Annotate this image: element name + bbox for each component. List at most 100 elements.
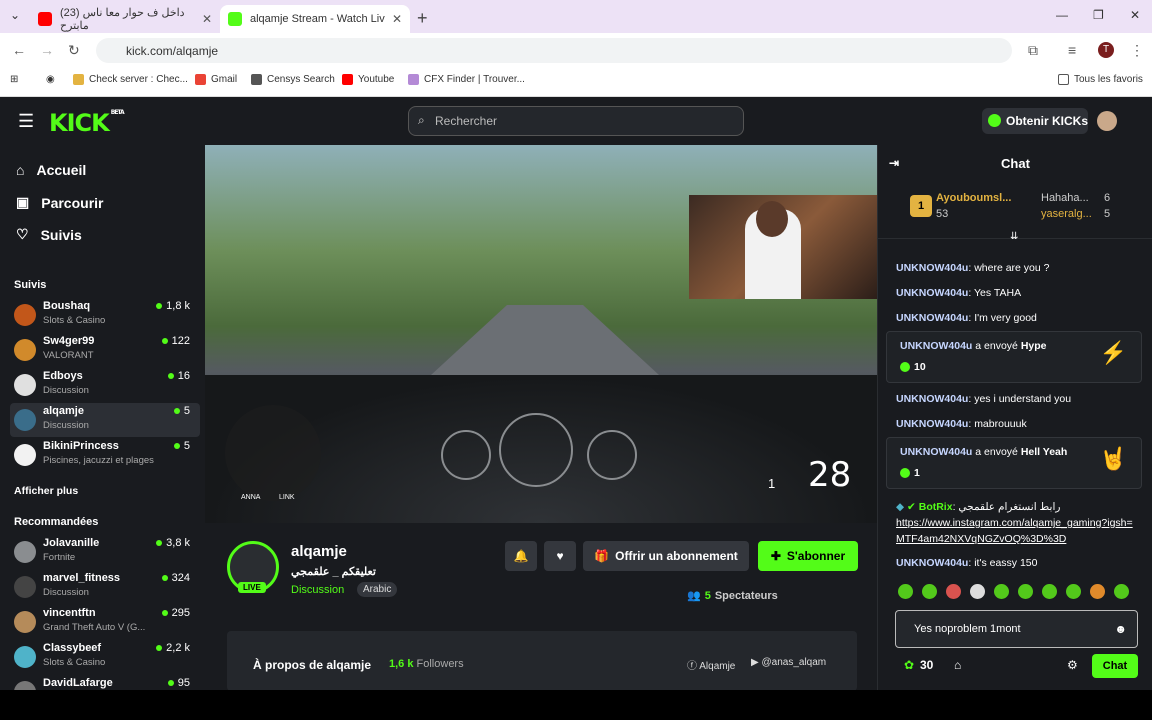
pinned-toggle-icon[interactable]: ⇊ [1010, 231, 1018, 242]
chat-username[interactable]: UNKNOW404u [900, 340, 972, 352]
chat-panel: ⇥ Chat 1 Ayouboumsl... 53 Hahaha... 6 ya… [877, 145, 1152, 690]
youtube-link[interactable]: ▶ @anas_alqam [751, 657, 826, 668]
chat-username[interactable]: UNKNOW404u [896, 312, 968, 324]
gifter-name[interactable]: Hahaha... [1041, 192, 1089, 204]
collapse-chat-icon[interactable]: ⇥ [889, 156, 899, 170]
emote-icon[interactable] [1066, 584, 1081, 599]
live-dot-icon [167, 373, 174, 379]
follow-button[interactable]: ✚ S'abonner [758, 541, 858, 571]
followed-channel[interactable]: Sw4ger99 VALORANT 122 [10, 333, 200, 367]
nav-home[interactable]: ⌂ Accueil [16, 162, 86, 178]
menu-icon[interactable]: ⋮ [1130, 42, 1144, 59]
avatar [14, 374, 36, 396]
emote-icon[interactable] [1114, 584, 1129, 599]
webcam-overlay [689, 195, 877, 299]
kicks-coin-icon [900, 468, 910, 478]
channel-name[interactable]: alqamje [291, 543, 347, 560]
video-player[interactable]: 1 28 ANNA LINK [205, 145, 877, 523]
reload-icon[interactable]: ↻ [68, 42, 80, 59]
emote-icon[interactable] [1018, 584, 1033, 599]
recommended-channel[interactable]: vincentftn Grand Theft Auto V (G... 295 [10, 605, 200, 639]
chat-username[interactable]: UNKNOW404u [896, 557, 968, 569]
emote-icon[interactable] [946, 584, 961, 599]
followed-channel[interactable]: Edboys Discussion 16 [10, 368, 200, 402]
notification-bell-button[interactable]: 🔔 [505, 541, 537, 571]
bookmark-gmail[interactable]: Gmail [195, 74, 237, 85]
address-bar[interactable]: kick.com/alqamje [96, 38, 1012, 63]
chat-username[interactable]: UNKNOW404u [896, 418, 968, 430]
recommended-channel[interactable]: Jolavanille Fortnite 3,8 k [10, 535, 200, 569]
nav-browse[interactable]: ▣ Parcourir [16, 194, 103, 211]
chat-username[interactable]: UNKNOW404u [896, 262, 968, 274]
minimize-icon[interactable]: — [1056, 8, 1068, 22]
viewer-number: 95 [177, 677, 190, 689]
apps-icon[interactable]: ⊞ [10, 74, 18, 85]
emote-icon[interactable] [994, 584, 1009, 599]
stream-category[interactable]: Discussion [291, 584, 344, 596]
new-tab-icon[interactable]: + [417, 8, 428, 29]
chat-username[interactable]: UNKNOW404u [900, 446, 972, 458]
chat-username[interactable]: UNKNOW404u [896, 287, 968, 299]
points-count[interactable]: 30 [920, 658, 933, 672]
bookmark-censys[interactable]: Censys Search [251, 74, 335, 85]
bookmark-label: Tous les favoris [1074, 74, 1143, 85]
viewer-number: 16 [177, 370, 190, 382]
back-icon[interactable]: ← [12, 42, 26, 58]
top-gifter-name[interactable]: Ayouboumsl... [936, 192, 1011, 204]
emote-icon[interactable] [1042, 584, 1057, 599]
tab-kick[interactable]: alqamje Stream - Watch Liv ✕ [220, 5, 410, 33]
followed-channel[interactable]: BikiniPrincess Piscines, jacuzzi et plage… [10, 438, 200, 472]
youtube-icon [38, 12, 52, 26]
all-bookmarks[interactable]: Tous les favoris [1058, 74, 1143, 85]
search-input[interactable]: ⌕ Rechercher [408, 106, 744, 136]
gifter-name[interactable]: yaseralg... [1041, 208, 1092, 220]
bookmark-check-server[interactable]: Check server : Chec... [73, 74, 188, 85]
facebook-link[interactable]: ⓕ Alqamje [687, 657, 735, 672]
viewer-stats: 👥 5 Spectateurs [687, 589, 778, 603]
bookmark-label: CFX Finder | Trouver... [424, 74, 525, 85]
store-icon[interactable]: ⌂ [954, 658, 961, 672]
chat-username[interactable]: BotRix [919, 501, 953, 513]
emoji-picker-icon[interactable]: ☻ [1114, 622, 1127, 636]
emote-icon[interactable] [970, 584, 985, 599]
bookmark-youtube[interactable]: Youtube [342, 74, 394, 85]
globe-icon[interactable]: ◉ [46, 74, 55, 85]
get-kicks-button[interactable]: Obtenir KICKs [982, 108, 1088, 134]
followed-channel-selected[interactable]: alqamje Discussion 5 [10, 403, 200, 437]
gift-subscription-button[interactable]: 🎁 Offrir un abonnement [583, 541, 749, 571]
emote-icon[interactable] [1090, 584, 1105, 599]
emote-icon[interactable] [898, 584, 913, 599]
settings-gear-icon[interactable]: ⚙ [1067, 658, 1078, 672]
user-avatar[interactable] [1097, 111, 1117, 131]
show-more-link[interactable]: Afficher plus [14, 485, 78, 497]
profile-avatar[interactable]: T [1098, 42, 1114, 58]
extensions-icon[interactable]: ⧉ [1028, 42, 1038, 59]
nav-following[interactable]: ♡ Suivis [16, 226, 82, 243]
close-window-icon[interactable]: ✕ [1130, 8, 1140, 22]
tab-list-icon[interactable]: ⌄ [10, 8, 20, 22]
followed-channel[interactable]: Boushaq Slots & Casino 1,8 k [10, 298, 200, 332]
tab-youtube[interactable]: (23) داخل ف حوار معا ناس مابترح ✕ [30, 5, 220, 33]
close-tab-icon[interactable]: ✕ [392, 12, 402, 26]
instagram-link[interactable]: https://www.instagram.com/alqamje_gaming… [896, 515, 1136, 547]
chat-input[interactable]: Yes noproblem 1mont ☻ [895, 610, 1138, 648]
language-tag[interactable]: Arabic [357, 582, 398, 597]
streamer-head [756, 201, 788, 237]
live-dot-icon [156, 540, 163, 546]
recommended-channel[interactable]: marvel_fitness Discussion 324 [10, 570, 200, 604]
channel-category: Discussion [43, 587, 89, 598]
send-chat-button[interactable]: Chat [1092, 654, 1138, 678]
hamburger-icon[interactable]: ☰ [18, 111, 34, 132]
home-icon: ⌂ [16, 162, 25, 178]
kick-logo[interactable]: KICK BETA [49, 109, 125, 137]
chat-username[interactable]: UNKNOW404u [896, 393, 968, 405]
bookmark-cfx[interactable]: CFX Finder | Trouver... [408, 74, 525, 85]
media-icon[interactable]: ≡ [1068, 42, 1076, 58]
close-tab-icon[interactable]: ✕ [202, 12, 212, 26]
restore-icon[interactable]: ❐ [1093, 8, 1104, 22]
recommended-channel[interactable]: DavidLafarge 95 [10, 675, 200, 690]
favorite-button[interactable]: ♥ [544, 541, 576, 571]
emote-icon[interactable] [922, 584, 937, 599]
recommended-channel[interactable]: Classybeef Slots & Casino 2,2 k [10, 640, 200, 674]
forward-icon[interactable]: → [40, 42, 54, 58]
